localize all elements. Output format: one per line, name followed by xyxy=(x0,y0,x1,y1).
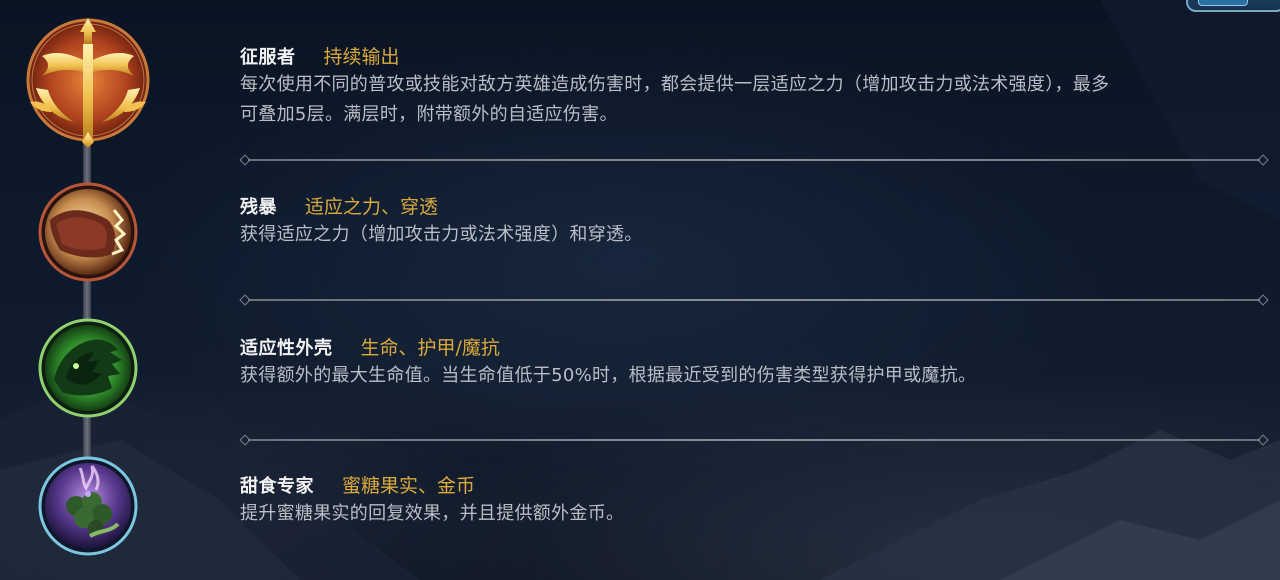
rune-stats: 蜜糖果实、金币 xyxy=(342,475,476,497)
rune-name: 征服者 xyxy=(240,47,296,68)
rune-title-line: 甜食专家 蜜糖果实、金币 xyxy=(240,471,1270,497)
row-divider xyxy=(239,154,1269,166)
description-line: 每次使用不同的普攻或技能对敌方英雄造成伤害时，都会提供一层适应之力（增加攻击力或… xyxy=(240,74,1110,95)
description-line: 获得额外的最大生命值。当生命值低于50%时，根据最近受到的伤害类型获得护甲或魔抗… xyxy=(240,365,977,386)
rune-row-sweet-tooth[interactable]: 甜食专家 蜜糖果实、金币 提升蜜糖果实的回复效果，并且提供额外金币。 xyxy=(240,471,1270,529)
conqueror-icon[interactable] xyxy=(22,14,154,150)
rune-name: 适应性外壳 xyxy=(240,338,333,359)
rune-title-line: 残暴 适应之力、穿透 xyxy=(240,192,1270,218)
row-divider xyxy=(239,434,1269,446)
rune-title-line: 征服者 持续输出 xyxy=(240,42,1270,68)
rune-description: 获得适应之力（增加攻击力或法术强度）和穿透。 xyxy=(240,220,1270,250)
top-tab-button[interactable] xyxy=(1186,0,1280,12)
rune-row-brutal[interactable]: 残暴 适应之力、穿透 获得适应之力（增加攻击力或法术强度）和穿透。 xyxy=(240,192,1270,250)
rune-description: 提升蜜糖果实的回复效果，并且提供额外金币。 xyxy=(240,499,1270,529)
rune-row-adaptive-shell[interactable]: 适应性外壳 生命、护甲/魔抗 获得额外的最大生命值。当生命值低于50%时，根据最… xyxy=(240,333,1270,391)
rune-description: 每次使用不同的普攻或技能对敌方英雄造成伤害时，都会提供一层适应之力（增加攻击力或… xyxy=(240,70,1270,130)
rune-stats: 适应之力、穿透 xyxy=(305,196,439,218)
rune-name: 残暴 xyxy=(240,197,277,218)
rune-name: 甜食专家 xyxy=(240,476,314,497)
rune-stats: 生命、护甲/魔抗 xyxy=(360,337,500,359)
adaptive-shell-icon[interactable] xyxy=(36,316,140,420)
rune-row-conqueror[interactable]: 征服者 持续输出 每次使用不同的普攻或技能对敌方英雄造成伤害时，都会提供一层适应… xyxy=(240,42,1270,130)
rune-stats: 持续输出 xyxy=(323,46,400,68)
description-line: 提升蜜糖果实的回复效果，并且提供额外金币。 xyxy=(240,503,625,524)
sweet-tooth-icon[interactable] xyxy=(36,454,140,558)
brutal-icon[interactable] xyxy=(36,180,140,284)
row-divider xyxy=(239,294,1269,306)
description-line: 可叠加5层。满层时，附带额外的自适应伤害。 xyxy=(240,104,618,125)
rune-title-line: 适应性外壳 生命、护甲/魔抗 xyxy=(240,333,1270,359)
description-line: 获得适应之力（增加攻击力或法术强度）和穿透。 xyxy=(240,224,643,245)
top-tab-indicator xyxy=(1198,0,1248,6)
rune-description: 获得额外的最大生命值。当生命值低于50%时，根据最近受到的伤害类型获得护甲或魔抗… xyxy=(240,361,1270,391)
